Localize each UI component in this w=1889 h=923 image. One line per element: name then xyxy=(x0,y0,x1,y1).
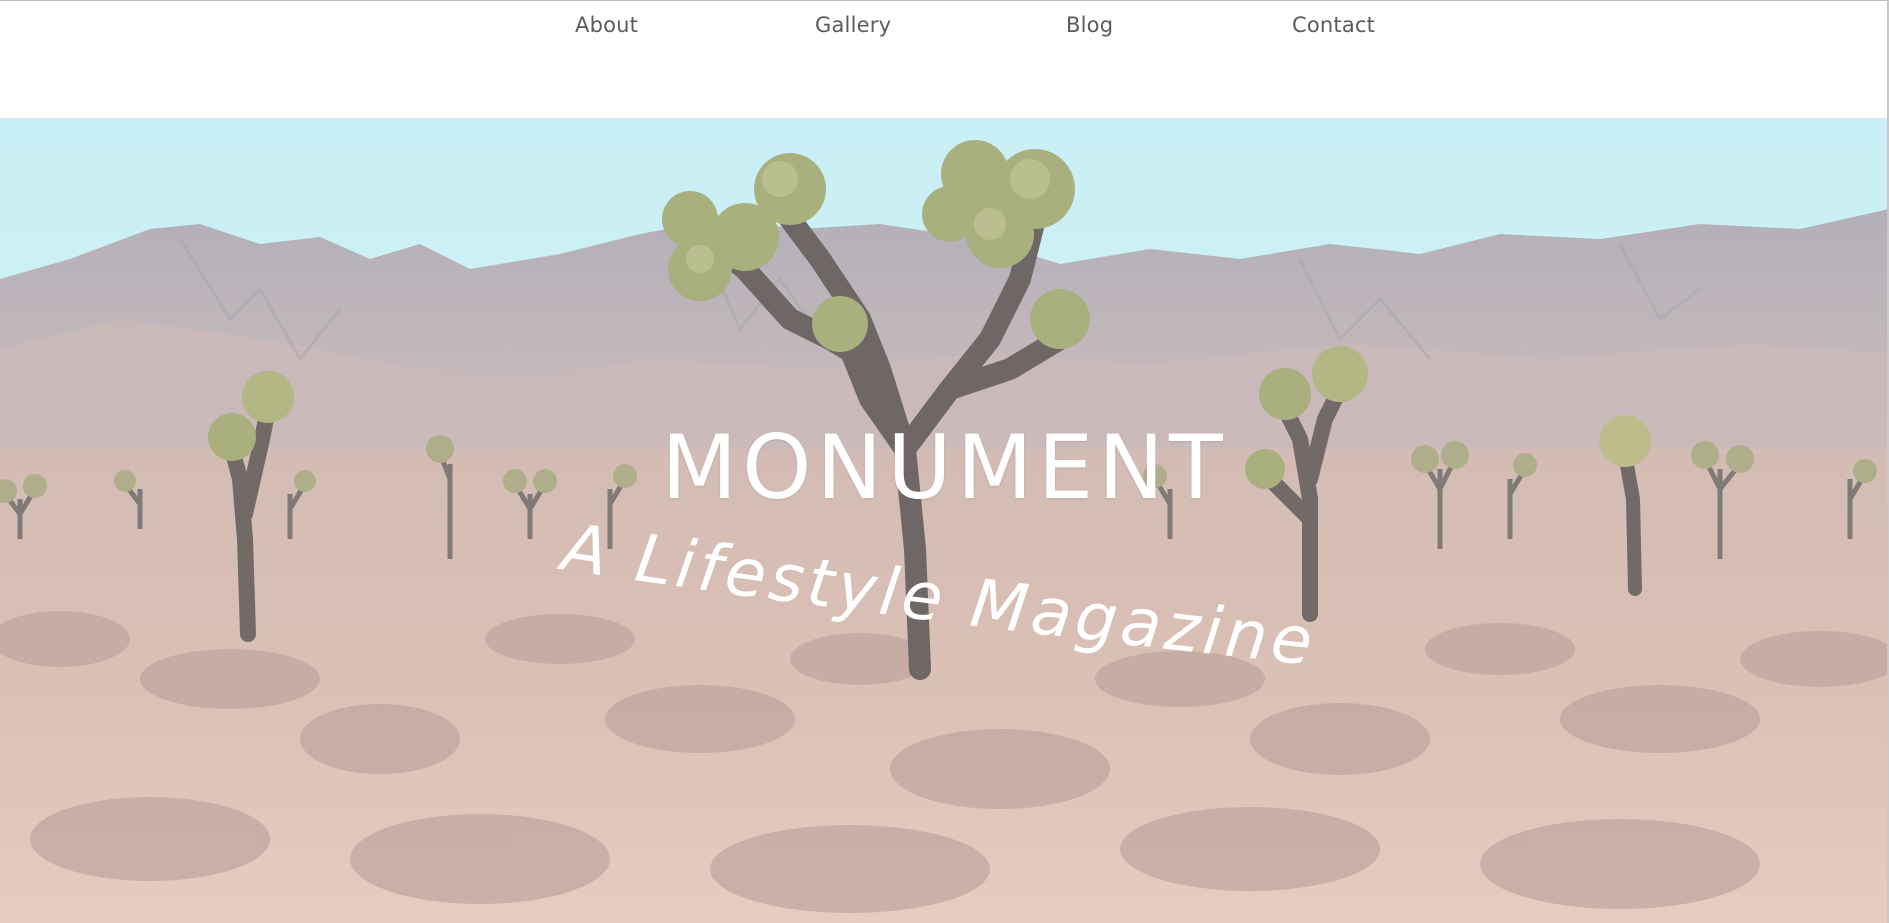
top-navigation: About Gallery Blog Contact xyxy=(0,0,1889,119)
magazine-tagline-text: A Lifestyle Magazine xyxy=(554,508,1316,681)
nav-link-gallery[interactable]: Gallery xyxy=(815,13,891,37)
nav-link-blog[interactable]: Blog xyxy=(1066,13,1113,37)
nav-link-contact[interactable]: Contact xyxy=(1292,13,1375,37)
top-divider xyxy=(0,0,1889,1)
nav-link-about[interactable]: About xyxy=(575,13,638,37)
hero-section: MONUMENT A Lifestyle Magazine xyxy=(0,119,1889,923)
page: About Gallery Blog Contact MONUMENT A Li… xyxy=(0,0,1889,923)
magazine-tagline: A Lifestyle Magazine xyxy=(540,499,1440,699)
svg-text:A Lifestyle Magazine: A Lifestyle Magazine xyxy=(554,508,1320,681)
